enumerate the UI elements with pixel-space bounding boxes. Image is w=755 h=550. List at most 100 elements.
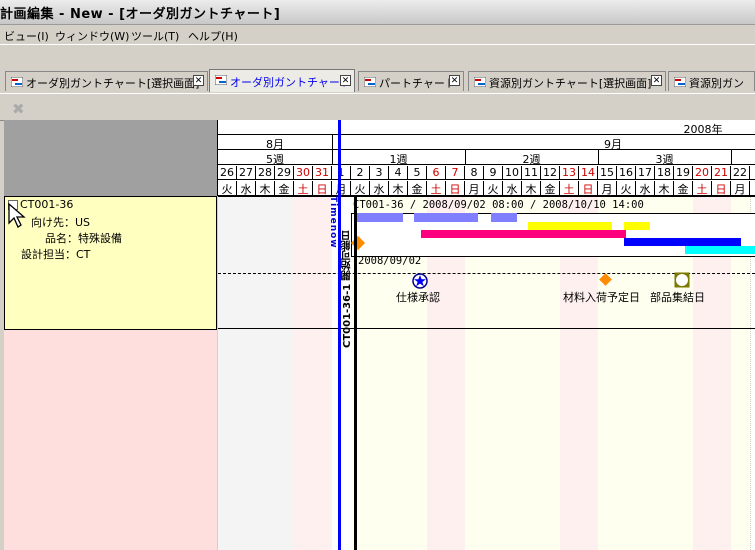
day-number: 13 — [560, 166, 579, 180]
day-number: 30 — [294, 166, 313, 180]
day-number: 12 — [541, 166, 560, 180]
gantt-chart[interactable]: 2008年 8月 9月 5週 1週 2週 3週 26 27 28 29 30 31 1 2 3 4… — [218, 120, 755, 550]
order-id: CT001-36 — [20, 198, 74, 211]
tab-order-gantt-select[interactable]: オーダ別ガントチャート[選択画面] ✕ — [5, 71, 208, 91]
gantt-icon — [215, 75, 227, 85]
tab-bar: オーダ別ガントチャート[選択画面] ✕ オーダ別ガントチャート ✕ パートチャー… — [0, 66, 755, 92]
day-number: 21 — [712, 166, 731, 180]
task-bar[interactable] — [491, 213, 517, 222]
weekday-label: 火 — [484, 181, 503, 196]
order-destination: 向け先：US — [31, 216, 91, 229]
task-bar[interactable] — [528, 222, 612, 230]
day-number: 10 — [503, 166, 522, 180]
window-title: 計画編集 - New - [オーダ別ガントチャート] — [0, 7, 281, 22]
tab-part-chart[interactable]: パートチャート ✕ — [358, 71, 464, 91]
title-bar: 計画編集 - New - [オーダ別ガントチャート] — [0, 0, 755, 25]
menu-view[interactable]: ビュー(I) — [4, 28, 49, 44]
day-number: 9 — [484, 166, 503, 180]
milestone-label: 部品集結日 — [650, 291, 705, 304]
day-number: 16 — [617, 166, 636, 180]
gantt-icon — [674, 77, 686, 87]
gantt-icon — [364, 77, 376, 87]
order-product: 品名：特殊設備 — [45, 232, 122, 245]
day-number: 20 — [693, 166, 712, 180]
weekday-label: 日 — [712, 181, 731, 196]
time-now-label: Timenow — [328, 196, 338, 249]
year-row: 2008年 — [218, 120, 755, 136]
pin-icon[interactable]: ✖ — [12, 100, 25, 118]
day-number: 28 — [256, 166, 275, 180]
weekday-label: 土 — [560, 181, 579, 196]
day-number: 1 — [332, 166, 351, 180]
weekday-label: 日 — [313, 181, 332, 196]
day-number: 11 — [522, 166, 541, 180]
milestone-star-icon[interactable] — [412, 273, 428, 289]
task-bar[interactable] — [624, 238, 741, 246]
order-row[interactable]: CT001-36 向け先：US 品名：特殊設備 設計担当：CT — [4, 196, 217, 330]
mouse-cursor-icon — [8, 203, 26, 228]
menu-tools[interactable]: ツール(T) — [131, 28, 179, 44]
task-bar[interactable] — [355, 213, 403, 222]
gantt-icon — [11, 77, 23, 87]
weekday-row: 火水木金土日月火水木金土日月火水木金土日月火水木金土日月 — [218, 180, 755, 196]
milestone-label: 材料入荷予定日 — [563, 291, 640, 304]
week-row: 5週 1週 2週 3週 — [218, 150, 755, 166]
toolbar: ✖ — [0, 93, 755, 121]
gantt-icon — [474, 77, 486, 87]
day-number: 29 — [275, 166, 294, 180]
day-number: 26 — [218, 166, 237, 180]
day-number: 31 — [313, 166, 332, 180]
day-number: 8 — [465, 166, 484, 180]
weekday-label: 月 — [332, 181, 351, 196]
weekday-label: 火 — [218, 181, 237, 196]
task-bar[interactable] — [624, 222, 650, 230]
order-list-header — [4, 120, 218, 196]
tab-label: オーダ別ガントチャート — [230, 76, 351, 89]
close-icon[interactable]: ✕ — [340, 75, 351, 86]
close-icon[interactable]: ✕ — [449, 75, 460, 86]
month-row: 8月 9月 — [218, 135, 755, 151]
weekday-label: 月 — [598, 181, 617, 196]
day-number: 15 — [598, 166, 617, 180]
weekday-label: 金 — [674, 181, 693, 196]
day-row: 26 27 28 29 30 31 1 2 3 4 5 6 7 8 9 10 11 12 13 14 15 16 17 18 1… — [218, 165, 755, 180]
day-number: 5 — [408, 166, 427, 180]
weekday-label: 木 — [522, 181, 541, 196]
weekday-label: 火 — [351, 181, 370, 196]
day-number: 7 — [446, 166, 465, 180]
weekday-label: 土 — [427, 181, 446, 196]
weekday-label: 金 — [275, 181, 294, 196]
day-number: 19 — [674, 166, 693, 180]
day-number: 2 — [351, 166, 370, 180]
task-bar[interactable] — [685, 246, 755, 254]
weekday-label: 水 — [370, 181, 389, 196]
day-number: 17 — [636, 166, 655, 180]
start-date-label: 2008/09/02 — [358, 255, 422, 267]
tab-label: パートチャート — [379, 77, 456, 90]
day-number: 3 — [370, 166, 389, 180]
tab-resource-gantt[interactable]: 資源別ガン — [668, 71, 755, 91]
weekday-label: 水 — [237, 181, 256, 196]
task-bar[interactable] — [414, 213, 478, 222]
weekday-label: 木 — [655, 181, 674, 196]
tab-resource-gantt-select[interactable]: 資源別ガントチャート[選択画面] ✕ — [468, 71, 666, 91]
day-number: 18 — [655, 166, 674, 180]
milestone-circle-icon[interactable] — [674, 272, 690, 288]
milestone-label: 仕様承認 — [396, 291, 440, 304]
day-number: 27 — [237, 166, 256, 180]
weekday-label: 土 — [693, 181, 712, 196]
tab-order-gantt[interactable]: オーダ別ガントチャート ✕ — [209, 69, 355, 92]
task-bar[interactable] — [421, 230, 626, 238]
weekday-label: 木 — [389, 181, 408, 196]
tab-label: 資源別ガントチャート[選択画面] — [489, 77, 652, 90]
close-icon[interactable]: ✕ — [651, 75, 662, 86]
order-designer: 設計担当：CT — [21, 248, 91, 261]
tab-label: オーダ別ガントチャート[選択画面] — [26, 77, 200, 90]
day-number: 22 — [731, 166, 750, 180]
close-icon[interactable]: ✕ — [193, 75, 204, 86]
task-label: CT001-36 / 2008/09/02 08:00 / 2008/10/10… — [353, 199, 644, 211]
day-number: 14 — [579, 166, 598, 180]
menu-help[interactable]: ヘルプ(H) — [188, 28, 238, 44]
menu-window[interactable]: ウィンドウ(W) — [55, 28, 129, 44]
weekday-label: 日 — [579, 181, 598, 196]
